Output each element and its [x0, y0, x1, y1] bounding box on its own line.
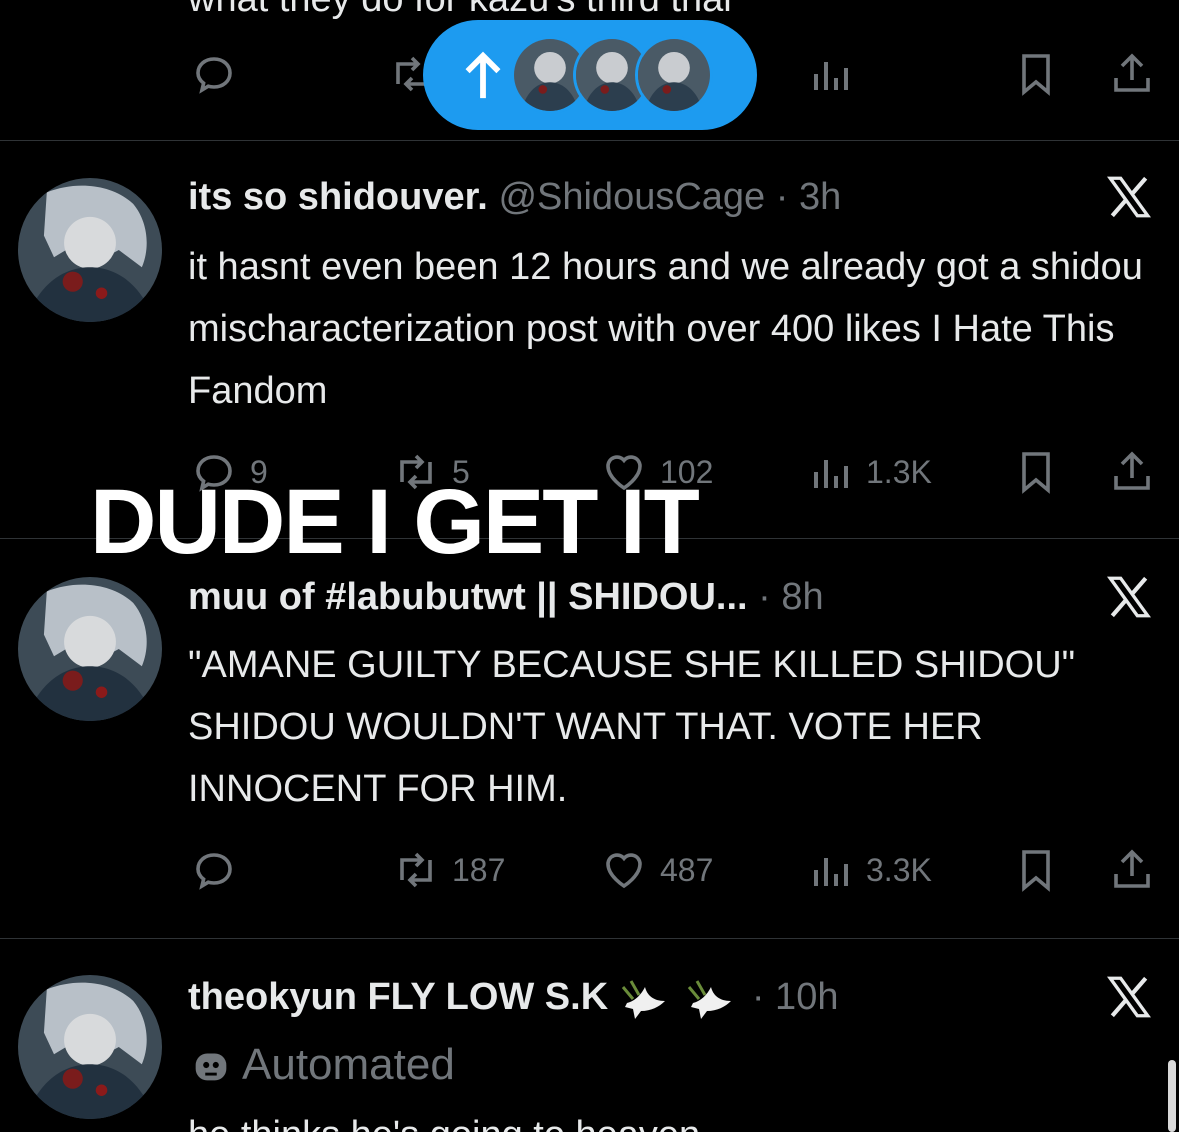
- reply-button[interactable]: [190, 840, 238, 900]
- overlay-caption: DUDE I GET IT: [90, 471, 700, 573]
- pill-avatar: [635, 36, 713, 114]
- share-icon: [1114, 451, 1150, 490]
- views-icon: [814, 858, 848, 886]
- dove-icon: [688, 980, 732, 1019]
- display-name[interactable]: muu of #labubutwt || SHIDOU...: [188, 576, 748, 618]
- share-icon: [1114, 53, 1150, 92]
- dove-icon: [621, 980, 665, 1019]
- display-name[interactable]: its so shidouver.: [188, 176, 488, 218]
- retweet-count: 187: [452, 851, 506, 888]
- retweet-icon: [400, 852, 432, 888]
- reply-icon: [196, 853, 232, 890]
- tweet-text: it hasnt even been 12 hours and we alrea…: [188, 246, 1143, 412]
- heart-icon: [606, 853, 642, 889]
- x-logo-icon: [1106, 976, 1152, 1018]
- tweet-header: muu of #labubutwt || SHIDOU... · 8h: [188, 576, 824, 619]
- arrow-up-icon: [465, 51, 501, 99]
- share-icon: [1114, 849, 1150, 888]
- share-button[interactable]: [1108, 840, 1156, 900]
- avatar[interactable]: [18, 178, 162, 322]
- like-count: 487: [660, 851, 714, 888]
- timestamp[interactable]: · 3h: [776, 176, 841, 218]
- bookmark-button[interactable]: [1012, 44, 1060, 104]
- reply-icon: [196, 57, 232, 94]
- automated-text: Automated: [242, 1040, 455, 1089]
- bookmark-button[interactable]: [1012, 840, 1060, 900]
- tweet-actions: 187 487 3.3K: [0, 840, 1179, 900]
- bookmark-icon: [1022, 54, 1050, 96]
- avatar[interactable]: [18, 975, 162, 1119]
- views-button[interactable]: 1.3K: [806, 442, 932, 502]
- views-icon: [814, 62, 848, 90]
- bookmark-icon: [1022, 850, 1050, 892]
- view-count: 3.3K: [866, 851, 932, 888]
- views-icon: [814, 460, 848, 488]
- avatar[interactable]: [18, 577, 162, 721]
- tweet-header: its so shidouver. @ShidousCage · 3h: [188, 176, 841, 219]
- tweet-text: "AMANE GUILTY BECAUSE SHE KILLED SHIDOU"…: [188, 644, 1076, 810]
- robot-icon: [195, 1053, 227, 1081]
- automated-label: Automated: [188, 1040, 455, 1090]
- bookmark-icon: [1022, 452, 1050, 494]
- divider: [0, 140, 1179, 141]
- handle[interactable]: @ShidousCage: [498, 176, 765, 218]
- timestamp[interactable]: · 8h: [758, 576, 823, 618]
- tweet-text: he thinks he's going to heaven: [188, 1104, 1158, 1132]
- retweet-button[interactable]: 187: [392, 840, 505, 900]
- views-button[interactable]: 3.3K: [806, 840, 932, 900]
- tweet-header: theokyun FLY LOW S.K · 10h: [188, 974, 838, 1024]
- like-button[interactable]: 487: [600, 840, 713, 900]
- views-button[interactable]: [806, 44, 854, 104]
- bookmark-button[interactable]: [1012, 442, 1060, 502]
- scrollbar[interactable]: [1168, 1060, 1176, 1132]
- x-logo-icon: [1106, 576, 1152, 618]
- view-count: 1.3K: [866, 453, 932, 490]
- share-button[interactable]: [1108, 442, 1156, 502]
- share-button[interactable]: [1108, 44, 1156, 104]
- new-posts-pill[interactable]: [423, 20, 757, 130]
- timestamp[interactable]: · 10h: [752, 976, 839, 1018]
- reply-button[interactable]: [190, 44, 238, 104]
- divider: [0, 938, 1179, 939]
- previous-tweet-text: what they do for kazu's third trial: [188, 0, 732, 21]
- x-logo-icon: [1106, 176, 1152, 218]
- display-name[interactable]: theokyun FLY LOW S.K: [188, 976, 608, 1018]
